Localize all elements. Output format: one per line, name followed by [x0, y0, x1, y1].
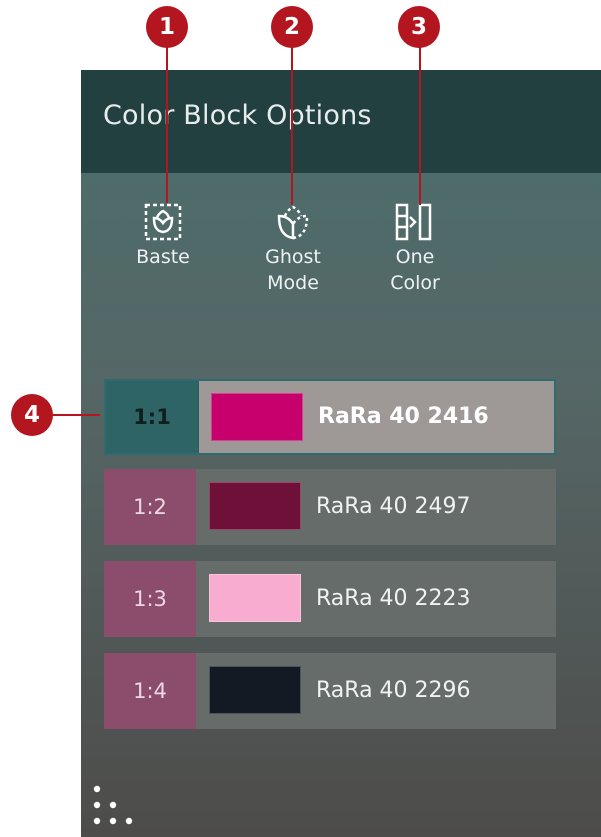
callout-4-leader — [50, 414, 100, 416]
callout-2-leader — [291, 45, 293, 205]
color-swatch — [211, 393, 303, 441]
color-block-options-panel: Color Block Options Baste Ghost Mode One… — [81, 70, 601, 837]
thread-name: RaRa 40 2416 — [318, 404, 489, 429]
baste-label: Baste — [136, 246, 190, 268]
callout-1-leader — [166, 45, 168, 203]
color-block-index: 1:1 — [106, 381, 198, 453]
thread-name: RaRa 40 2223 — [316, 586, 471, 611]
color-block-index: 1:3 — [104, 561, 196, 637]
panel-header: Color Block Options — [81, 70, 601, 173]
color-block-index: 1:2 — [104, 469, 196, 545]
color-swatch — [209, 482, 301, 530]
color-block-row-4[interactable]: 1:4 RaRa 40 2296 — [104, 653, 556, 729]
one-color-button[interactable]: One Color — [370, 202, 460, 296]
ghost-mode-label-line2: Mode — [267, 272, 319, 294]
callout-4: 4 — [11, 394, 53, 436]
color-block-row-1[interactable]: 1:1 RaRa 40 2416 — [104, 379, 556, 455]
ghost-mode-button[interactable]: Ghost Mode — [248, 202, 338, 296]
callout-3: 3 — [398, 6, 440, 48]
one-color-label-line2: Color — [390, 272, 440, 294]
one-color-label-line1: One — [395, 246, 435, 268]
baste-button[interactable]: Baste — [118, 202, 208, 270]
color-swatch — [209, 666, 301, 714]
color-block-index: 1:4 — [104, 653, 196, 729]
ghost-mode-icon — [277, 205, 309, 240]
baste-icon — [144, 203, 182, 241]
grip-dots-icon[interactable] — [91, 785, 141, 829]
color-block-row-3[interactable]: 1:3 RaRa 40 2223 — [104, 561, 556, 637]
one-color-icon — [395, 203, 432, 241]
color-swatch — [209, 574, 301, 622]
thread-name: RaRa 40 2296 — [316, 678, 471, 703]
callout-3-leader — [419, 45, 421, 205]
callout-1: 1 — [146, 6, 188, 48]
thread-name: RaRa 40 2497 — [316, 494, 471, 519]
callout-2: 2 — [271, 6, 313, 48]
panel-title: Color Block Options — [103, 100, 372, 131]
ghost-mode-label-line1: Ghost — [265, 246, 321, 268]
color-block-row-2[interactable]: 1:2 RaRa 40 2497 — [104, 469, 556, 545]
